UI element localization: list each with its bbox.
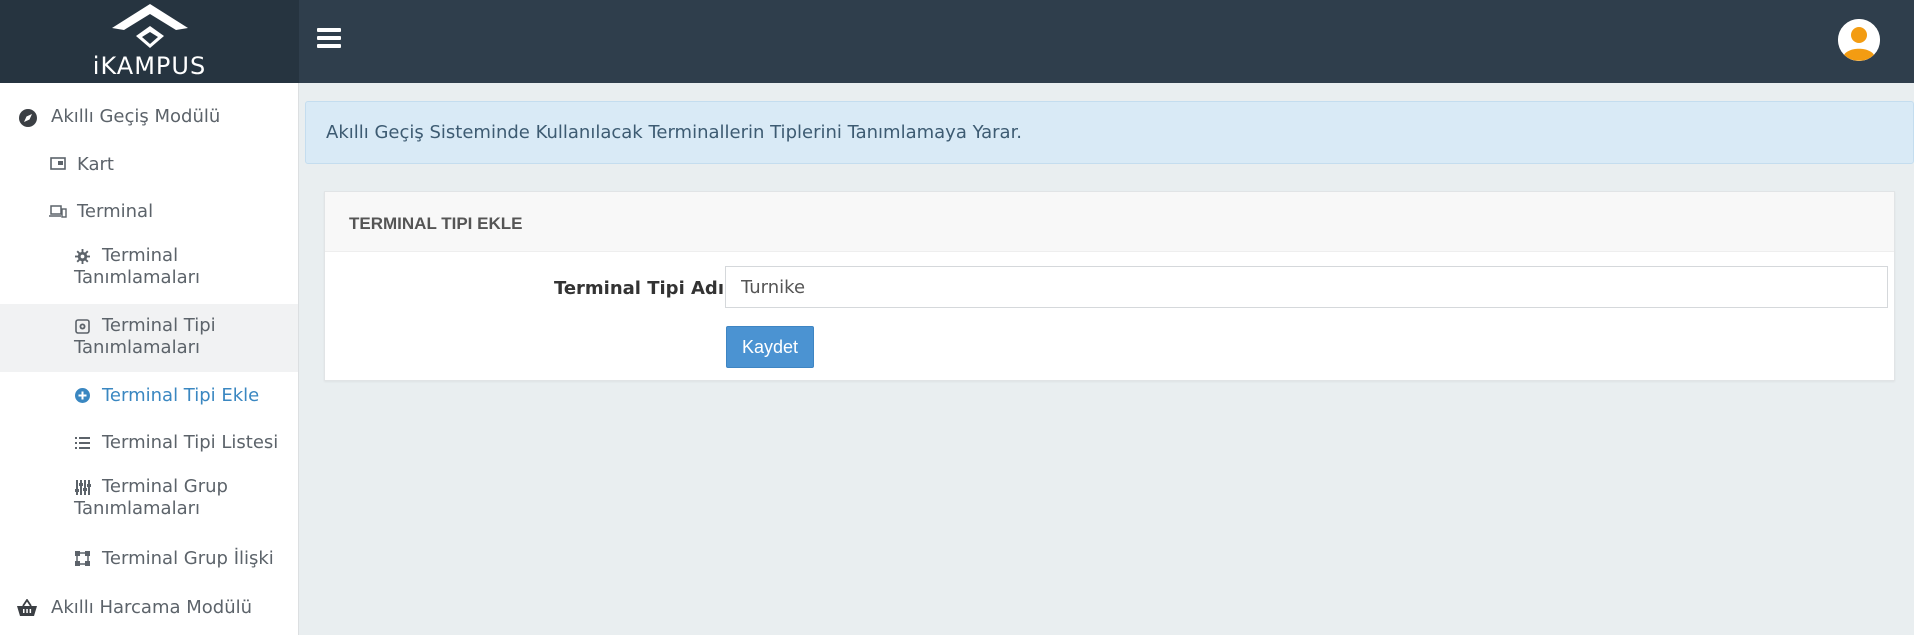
sidebar-item-terminal-grup-iliski[interactable]: Terminal Grup İlişki [0, 540, 298, 578]
logo-text: iKAMPUS [92, 52, 207, 80]
sidebar-item-terminal-tanimlamalari[interactable]: Terminal Tanımlamaları [0, 240, 298, 302]
sidebar-item-label: Kart [77, 154, 114, 175]
mountain-logo-icon [112, 4, 188, 48]
sidebar-item-label: Terminal Grup Tanımlamaları [74, 476, 228, 519]
sidebar-item-label: Terminal Grup İlişki [102, 548, 274, 569]
sidebar-item-terminal-tipi-ekle[interactable]: Terminal Tipi Ekle [0, 377, 298, 415]
sidebar-item-akilli-harcama[interactable]: Akıllı Harcama Modülü [0, 589, 298, 627]
save-button[interactable]: Kaydet [726, 326, 814, 368]
list-icon [75, 437, 90, 449]
compass-icon [19, 109, 37, 127]
terminal-tipi-adi-input[interactable] [725, 266, 1888, 308]
devices-icon [49, 205, 67, 218]
sidebar-item-label: Akıllı Harcama Modülü [51, 597, 253, 618]
sidebar-item-akilli-gecis[interactable]: Akıllı Geçiş Modülü [0, 98, 298, 136]
sidebar-item-terminal-tipi-listesi[interactable]: Terminal Tipi Listesi [0, 424, 298, 462]
menu-toggle-icon[interactable] [317, 28, 341, 50]
group-icon [75, 551, 90, 566]
logo[interactable]: iKAMPUS [0, 0, 299, 83]
sidebar-item-label: Akıllı Geçiş Modülü [51, 106, 221, 127]
sidebar-item-label: Terminal Tanımlamaları [74, 245, 201, 288]
terminal-tipi-adi-label: Terminal Tipi Adı [553, 278, 724, 299]
form-panel: TERMINAL TIPI EKLE Terminal Tipi Adı Kay… [324, 191, 1895, 381]
sidebar-item-terminal[interactable]: Terminal [0, 193, 298, 231]
sidebar-item-label: Terminal [77, 201, 154, 222]
basket-icon [17, 599, 37, 616]
sidebar-item-label: Terminal Tipi Ekle [102, 385, 260, 406]
sidebar-item-label: Terminal Tipi Listesi [102, 432, 279, 453]
user-avatar-icon[interactable] [1836, 17, 1882, 63]
top-navbar: iKAMPUS [0, 0, 1914, 83]
info-alert: Akıllı Geçiş Sisteminde Kullanılacak Ter… [305, 101, 1914, 164]
main-content: Akıllı Geçiş Sisteminde Kullanılacak Ter… [299, 83, 1914, 635]
card-icon [50, 157, 66, 170]
sidebar-item-terminal-grup-tanimlamalari[interactable]: Terminal Grup Tanımlamaları [0, 471, 298, 533]
panel-title: TERMINAL TIPI EKLE [325, 192, 1894, 252]
sidebar-item-kart[interactable]: Kart [0, 146, 298, 184]
sidebar-item-terminal-tipi-tanimlamalari[interactable]: Terminal Tipi Tanımlamaları [0, 304, 298, 372]
sidebar-item-label: Terminal Tipi Tanımlamaları [74, 315, 216, 358]
sidebar: Akıllı Geçiş Modülü Kart Terminal Termin… [0, 83, 299, 635]
plus-circle-icon [75, 388, 90, 403]
